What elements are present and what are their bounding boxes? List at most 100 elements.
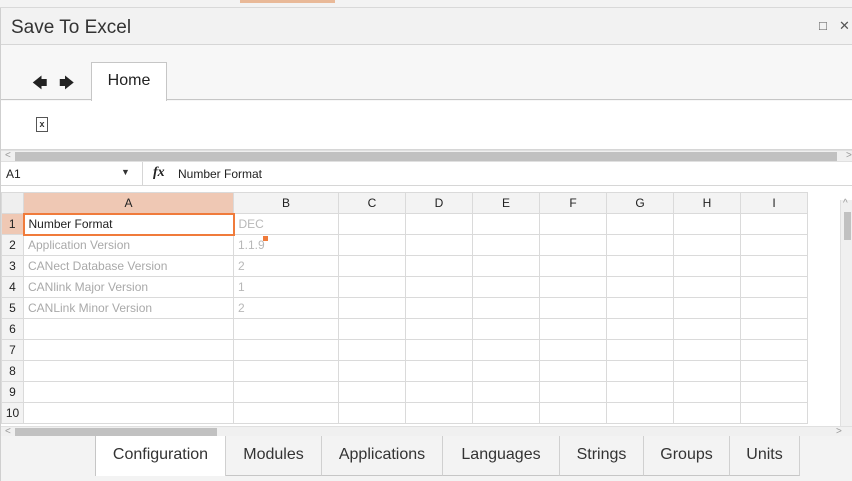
cell[interactable] [405, 402, 473, 424]
cell-a4[interactable]: CANlink Major Version [23, 276, 234, 298]
cell[interactable] [338, 276, 406, 298]
cell[interactable] [338, 213, 406, 235]
cell[interactable] [740, 255, 808, 277]
cell[interactable] [338, 234, 406, 256]
cell[interactable] [740, 234, 808, 256]
cell[interactable] [472, 339, 540, 361]
cell-a1[interactable]: Number Format [22, 212, 235, 236]
cell-b5[interactable]: 2 [233, 297, 339, 319]
cell[interactable] [673, 360, 741, 382]
cell-a6[interactable] [23, 318, 234, 340]
sheet-tab-languages[interactable]: Languages [443, 436, 560, 476]
cell-a5[interactable]: CANLink Minor Version [23, 297, 234, 319]
cell[interactable] [539, 360, 607, 382]
row-header[interactable]: 10 [1, 402, 24, 424]
cell[interactable] [740, 339, 808, 361]
cell[interactable] [338, 402, 406, 424]
sheet-vertical-scrollbar[interactable]: ^ [840, 198, 852, 432]
cell[interactable] [606, 402, 674, 424]
chevron-down-icon[interactable]: ▼ [121, 167, 130, 177]
sheet-tab-units[interactable]: Units [730, 436, 800, 476]
cell[interactable] [338, 381, 406, 403]
sheet-tab-strings[interactable]: Strings [560, 436, 644, 476]
cell-a3[interactable]: CANect Database Version [23, 255, 234, 277]
cell-a9[interactable] [23, 381, 234, 403]
scroll-right-icon[interactable]: > [846, 150, 852, 161]
ribbon-scrollbar[interactable]: < > [1, 150, 852, 162]
cell[interactable] [338, 297, 406, 319]
cell[interactable] [606, 297, 674, 319]
cell[interactable] [740, 381, 808, 403]
cell[interactable] [740, 297, 808, 319]
cell[interactable] [405, 234, 473, 256]
cell[interactable] [606, 255, 674, 277]
cell[interactable] [673, 234, 741, 256]
function-icon[interactable]: fx [153, 165, 165, 181]
cell[interactable] [539, 255, 607, 277]
row-header[interactable]: 2 [1, 234, 24, 256]
cell[interactable] [405, 360, 473, 382]
row-header[interactable]: 1 [1, 213, 24, 235]
cell[interactable] [740, 213, 808, 235]
cell-a2[interactable]: Application Version [23, 234, 234, 256]
cell[interactable] [405, 213, 473, 235]
cell[interactable] [673, 276, 741, 298]
cell[interactable] [606, 318, 674, 340]
cell[interactable] [673, 318, 741, 340]
row-header[interactable]: 6 [1, 318, 24, 340]
row-header[interactable]: 9 [1, 381, 24, 403]
vertical-scrollbar-thumb[interactable] [844, 212, 851, 240]
fill-handle[interactable] [263, 236, 268, 241]
cell[interactable] [740, 402, 808, 424]
cell[interactable] [606, 213, 674, 235]
cell[interactable] [539, 234, 607, 256]
cell-a8[interactable] [23, 360, 234, 382]
close-icon[interactable]: ✕ [839, 18, 850, 34]
cell[interactable] [539, 402, 607, 424]
cell[interactable] [472, 255, 540, 277]
sheet-tab-configuration[interactable]: Configuration [95, 436, 226, 476]
cell-a10[interactable] [23, 402, 234, 424]
cell[interactable] [472, 318, 540, 340]
cell[interactable] [405, 318, 473, 340]
cell[interactable] [539, 339, 607, 361]
cell[interactable] [405, 276, 473, 298]
sheet-tab-groups[interactable]: Groups [644, 436, 730, 476]
scroll-left-icon[interactable]: < [5, 150, 11, 161]
column-header-b[interactable]: B [233, 192, 339, 214]
cell[interactable] [673, 381, 741, 403]
cell[interactable] [740, 360, 808, 382]
row-header[interactable]: 5 [1, 297, 24, 319]
sheet-tab-applications[interactable]: Applications [322, 436, 443, 476]
cell[interactable] [606, 339, 674, 361]
cell-b1[interactable]: DEC [233, 213, 339, 235]
cell[interactable] [405, 255, 473, 277]
cell[interactable] [606, 276, 674, 298]
cell-b6[interactable] [233, 318, 339, 340]
column-header-c[interactable]: C [338, 192, 406, 214]
cell-b2[interactable]: 1.1.9 [233, 234, 339, 256]
cell-b4[interactable]: 1 [233, 276, 339, 298]
cell[interactable] [673, 297, 741, 319]
column-header-g[interactable]: G [606, 192, 674, 214]
column-header-d[interactable]: D [405, 192, 473, 214]
tab-home[interactable]: Home [91, 62, 167, 101]
cell[interactable] [740, 318, 808, 340]
column-header-a[interactable]: A [23, 192, 234, 214]
cell[interactable] [472, 234, 540, 256]
cell[interactable] [338, 318, 406, 340]
cell[interactable] [539, 318, 607, 340]
cell[interactable] [472, 213, 540, 235]
cell[interactable] [338, 255, 406, 277]
cell[interactable] [539, 297, 607, 319]
column-header-i[interactable]: I [740, 192, 808, 214]
cell[interactable] [472, 360, 540, 382]
cell[interactable] [673, 213, 741, 235]
cell-b7[interactable] [233, 339, 339, 361]
cell[interactable] [338, 339, 406, 361]
cell[interactable] [338, 360, 406, 382]
cell[interactable] [472, 381, 540, 403]
cell[interactable] [539, 276, 607, 298]
cell[interactable] [539, 381, 607, 403]
cell[interactable] [606, 381, 674, 403]
